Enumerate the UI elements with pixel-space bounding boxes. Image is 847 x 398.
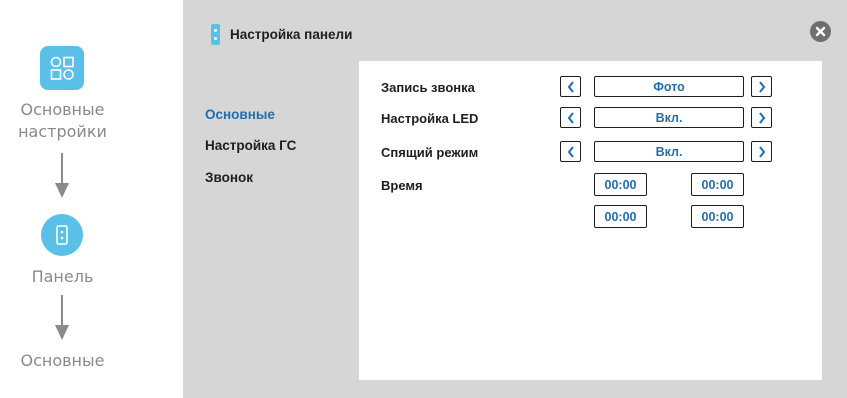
nav-item-call-setup[interactable]: Настройка ГС (205, 138, 296, 153)
call-recording-prev-button[interactable] (560, 76, 581, 97)
close-icon (815, 26, 826, 37)
time-end-1-input[interactable]: 00:00 (691, 173, 744, 196)
sleep-mode-label: Спящий режим (381, 145, 479, 160)
panel-title: Настройка панели (230, 26, 353, 42)
panel-header: Настройка панели (211, 20, 352, 48)
sleep-mode-value[interactable]: Вкл. (594, 141, 744, 162)
chevron-right-icon (758, 80, 765, 93)
panel-settings-window: Настройка панели Основные Настройка ГС З… (183, 0, 847, 398)
time-label: Время (381, 178, 423, 193)
chevron-left-icon (567, 145, 574, 158)
sleep-mode-next-button[interactable] (751, 141, 772, 162)
settings-card: Запись звонка Фото Настройка LED Вкл. Сп… (359, 61, 822, 380)
time-start-1-input[interactable]: 00:00 (594, 173, 647, 196)
flow-step-panel: Панель (31, 267, 94, 286)
flow-step-basic-settings: Основные настройки (0, 99, 125, 143)
nav-item-ring[interactable]: Звонок (205, 170, 253, 185)
led-setting-label: Настройка LED (381, 111, 479, 126)
close-button[interactable] (810, 21, 831, 42)
time-start-2-input[interactable]: 00:00 (594, 205, 647, 228)
panel-icon (41, 214, 83, 256)
call-recording-value[interactable]: Фото (594, 76, 744, 97)
call-recording-next-button[interactable] (751, 76, 772, 97)
led-value[interactable]: Вкл. (594, 107, 744, 128)
basic-settings-icon (40, 46, 84, 90)
flow-arrow-down-icon (55, 295, 69, 340)
sleep-mode-prev-button[interactable] (560, 141, 581, 162)
chevron-left-icon (567, 111, 574, 124)
led-next-button[interactable] (751, 107, 772, 128)
nav-item-basic[interactable]: Основные (205, 107, 275, 122)
flow-arrow-down-icon (55, 153, 69, 198)
time-end-2-input[interactable]: 00:00 (691, 205, 744, 228)
led-prev-button[interactable] (560, 107, 581, 128)
flow-step-basic: Основные (20, 351, 105, 370)
call-recording-label: Запись звонка (381, 80, 475, 95)
chevron-left-icon (567, 80, 574, 93)
chevron-right-icon (758, 145, 765, 158)
door-panel-icon (211, 23, 220, 45)
flow-step-label: Основные (20, 100, 105, 119)
flow-step-label: настройки (18, 122, 107, 141)
chevron-right-icon (758, 111, 765, 124)
